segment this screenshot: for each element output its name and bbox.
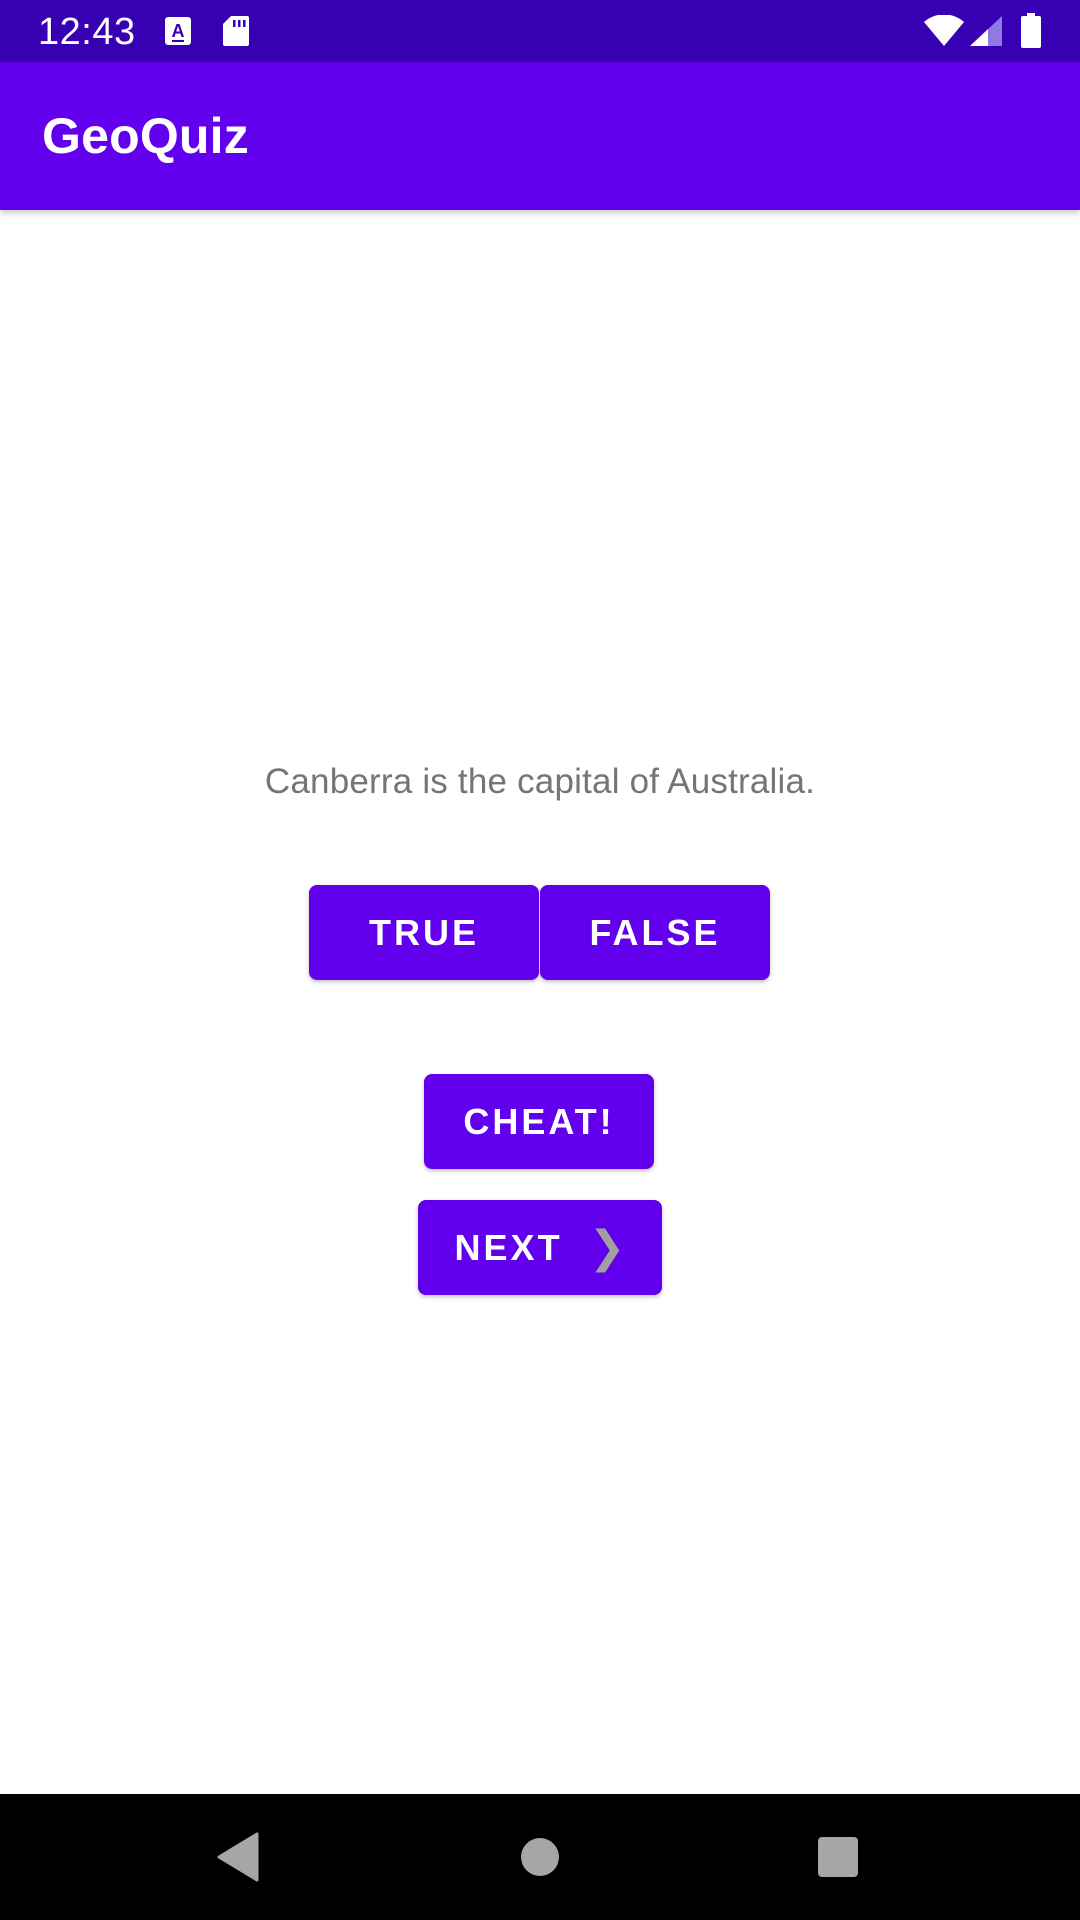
false-button[interactable]: FALSE <box>540 885 770 980</box>
screen: 12:43 A GeoQuiz Canberra is the capital … <box>0 0 1080 1920</box>
recents-icon[interactable] <box>805 1824 871 1890</box>
wifi-icon <box>922 14 966 48</box>
cheat-button-label: CHEAT! <box>463 1100 615 1142</box>
next-button-label: NEXT <box>454 1226 563 1268</box>
text-a-icon: A <box>162 14 194 48</box>
next-button[interactable]: NEXT ❯ <box>418 1200 662 1295</box>
svg-text:A: A <box>172 21 185 41</box>
true-button-label: TRUE <box>369 911 479 953</box>
battery-icon <box>1018 13 1044 48</box>
true-button[interactable]: TRUE <box>309 885 539 980</box>
navigation-bar <box>0 1794 1080 1920</box>
sd-card-icon <box>220 14 252 48</box>
question-text: Canberra is the capital of Australia. <box>264 762 816 801</box>
app-bar: GeoQuiz <box>0 62 1080 210</box>
false-button-label: FALSE <box>589 911 721 953</box>
app-title: GeoQuiz <box>42 108 249 164</box>
cheat-button[interactable]: CHEAT! <box>424 1074 654 1169</box>
chevron-right-icon: ❯ <box>588 1222 626 1272</box>
status-time: 12:43 <box>38 11 136 53</box>
status-bar: 12:43 A <box>0 0 1080 62</box>
cell-signal-icon <box>968 14 1004 48</box>
back-icon[interactable] <box>206 1824 272 1890</box>
home-icon[interactable] <box>507 1824 573 1890</box>
